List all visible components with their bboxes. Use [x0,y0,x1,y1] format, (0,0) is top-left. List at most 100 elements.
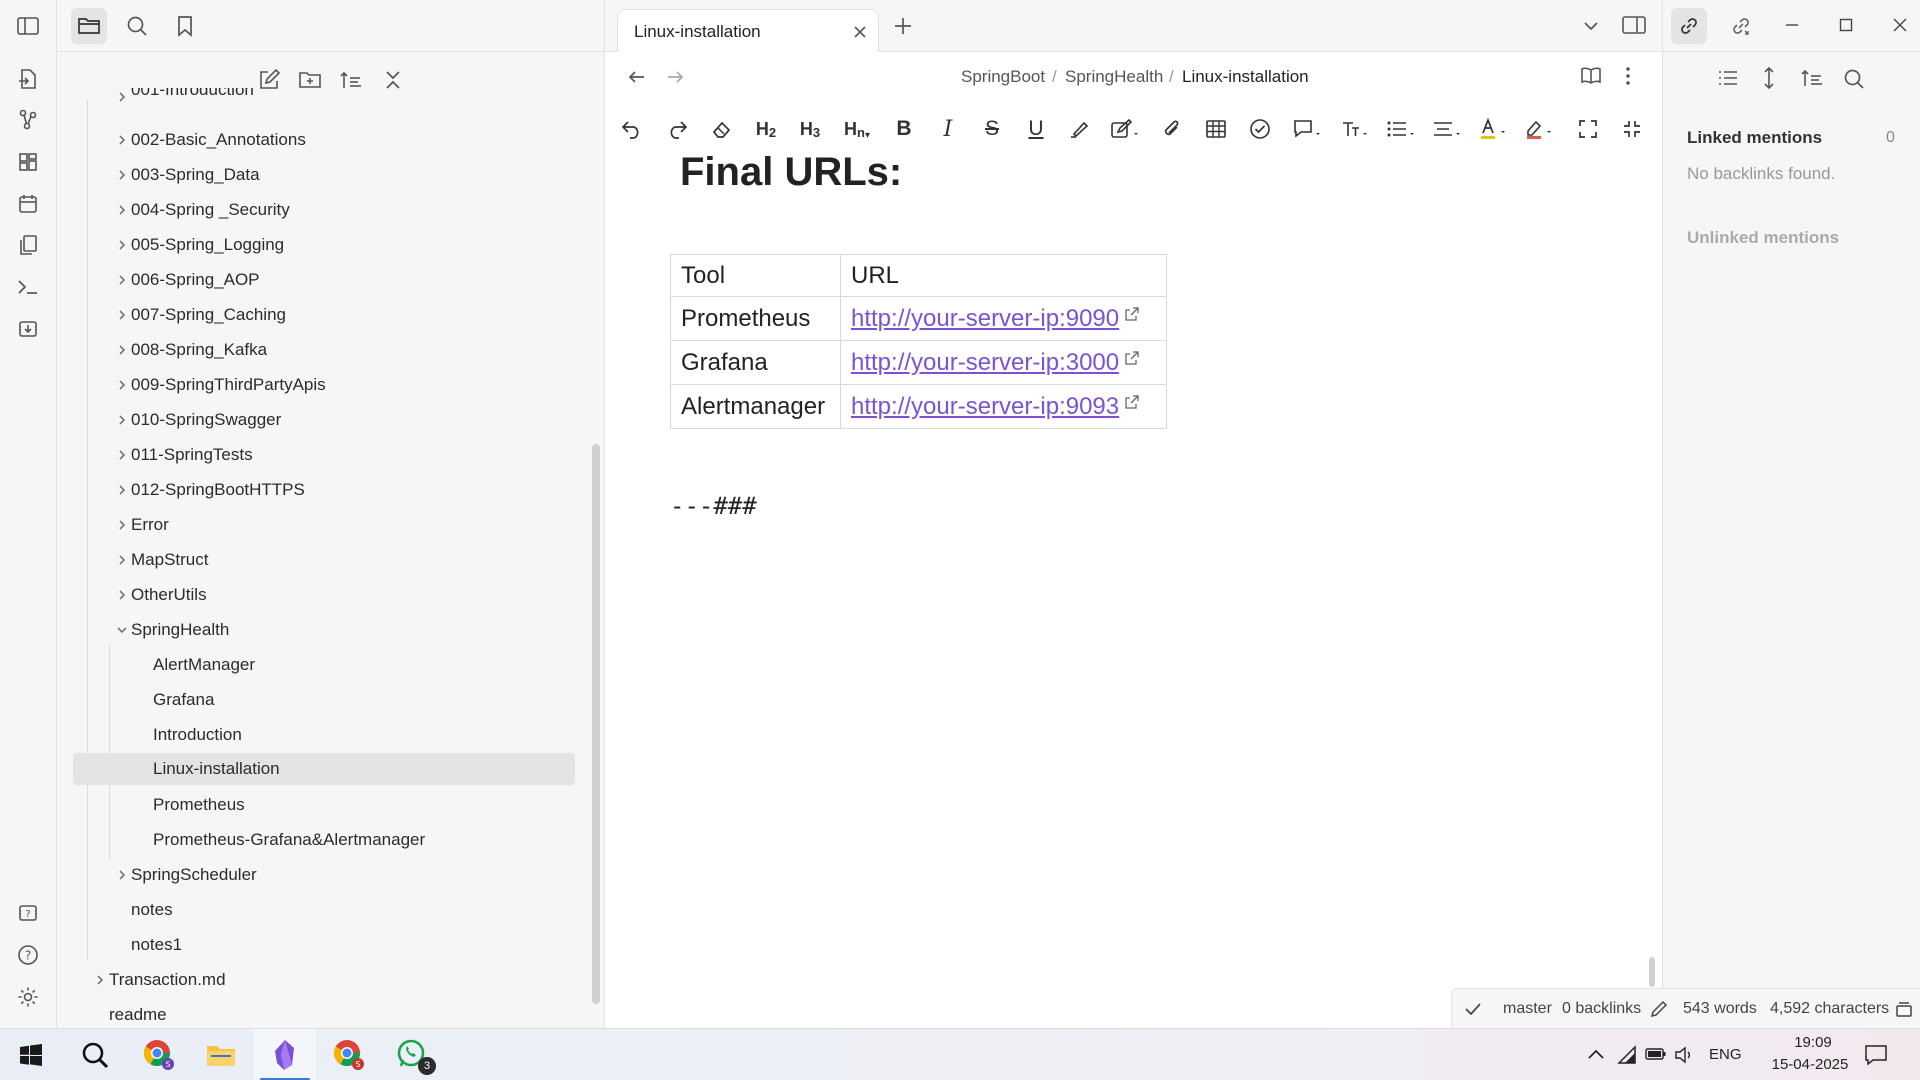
tree-folder[interactable]: Transaction.md [81,964,521,996]
input-language-indicator[interactable]: ENG [1709,1046,1742,1063]
tree-folder[interactable]: MapStruct [103,544,523,576]
outline-list-icon[interactable] [1717,68,1739,88]
tree-folder[interactable]: SpringScheduler [103,859,523,891]
font-color-dropdown-icon[interactable] [1473,112,1513,146]
search-backlinks-icon[interactable] [1843,68,1865,90]
tree-folder[interactable]: 002-Basic_Annotations [103,124,523,156]
tree-folder[interactable]: 012-SpringBootHTTPS [103,474,523,506]
redo-icon[interactable] [660,112,694,146]
tree-folder[interactable]: 001-Introduction [103,88,523,106]
clock-date[interactable]: 15-04-2025 [1760,1056,1860,1073]
vault-switcher-icon[interactable]: ? [14,899,42,927]
graph-view-icon[interactable] [14,106,42,134]
whatsapp-icon[interactable]: 3 [382,1029,444,1080]
backlinks-link-icon[interactable] [1671,8,1707,44]
chrome-second-profile-icon[interactable]: S [318,1029,380,1080]
help-icon[interactable]: ? [14,941,42,969]
settings-gear-icon[interactable] [14,983,42,1011]
wifi-network-icon[interactable] [1617,1045,1637,1065]
heading-2-icon[interactable]: H2 [749,112,783,146]
breadcrumb-springboot[interactable]: SpringBoot [961,67,1045,87]
outgoing-links-icon[interactable] [1723,8,1759,44]
close-tab-icon[interactable] [852,24,868,40]
terminal-icon[interactable] [14,273,42,301]
bookmark-icon[interactable] [167,8,203,44]
backlinks-count[interactable]: 0 backlinks [1562,1000,1641,1018]
tree-file[interactable]: Prometheus [125,789,523,821]
url-link[interactable]: http://your-server-ip:3000 [851,349,1119,376]
clock-time[interactable]: 19:09 [1780,1034,1846,1051]
bullet-list-dropdown-icon[interactable] [1381,112,1421,146]
exit-fullscreen-icon[interactable] [1615,112,1649,146]
canvas-icon[interactable] [14,148,42,176]
tree-file[interactable]: notes1 [103,929,523,961]
underline-icon[interactable]: U [1019,112,1053,146]
templates-icon[interactable] [14,231,42,259]
attachment-paperclip-icon[interactable] [1155,112,1189,146]
table-icon[interactable] [1199,112,1233,146]
sidebar-toggle-icon[interactable] [14,12,42,40]
nav-forward-arrow-icon[interactable] [665,68,685,86]
daily-note-calendar-icon[interactable] [14,190,42,218]
url-link[interactable]: http://your-server-ip:9093 [851,393,1119,420]
new-tab-plus-icon[interactable] [893,16,913,36]
bold-icon[interactable]: B [887,112,921,146]
tree-folder[interactable]: Error [103,509,523,541]
search-taskbar-icon[interactable] [64,1029,126,1080]
nav-back-arrow-icon[interactable] [627,68,647,86]
undo-icon[interactable] [615,112,649,146]
tree-folder-expanded[interactable]: SpringHealth [103,614,523,646]
obsidian-app-icon[interactable] [254,1029,316,1080]
tree-file[interactable]: notes [103,894,523,926]
layout-stack-icon[interactable] [1895,1000,1913,1018]
import-icon[interactable] [14,315,42,343]
tree-folder[interactable]: 003-Spring_Data [103,159,523,191]
tree-folder[interactable]: 004-Spring _Security [103,194,523,226]
tree-file-active[interactable]: Linux-installation [73,753,575,785]
tree-file[interactable]: Prometheus-Grafana&Alertmanager [125,824,523,856]
edit-mode-pencil-icon[interactable] [1650,1000,1668,1018]
chrome-profile-icon[interactable]: S [128,1029,190,1080]
breadcrumb-springhealth[interactable]: SpringHealth [1065,67,1163,87]
clear-format-eraser-icon[interactable] [705,112,739,146]
tree-folder[interactable]: 006-Spring_AOP [103,264,523,296]
expand-collapse-icon[interactable] [1761,66,1777,90]
tree-folder[interactable]: 010-SpringSwagger [103,404,523,436]
text-size-dropdown-icon[interactable] [1335,112,1375,146]
tree-folder[interactable]: 005-Spring_Logging [103,229,523,261]
open-quick-switcher-icon[interactable] [14,65,42,93]
reading-view-book-icon[interactable] [1580,66,1602,86]
tree-folder[interactable]: 009-SpringThirdPartyApis [103,369,523,401]
highlight-marker-icon[interactable] [1063,112,1097,146]
strikethrough-icon[interactable]: S [975,112,1009,146]
highlight-color-dropdown-icon[interactable] [1519,112,1559,146]
tree-folder[interactable]: 008-Spring_Kafka [103,334,523,366]
file-explorer-folder-icon[interactable] [190,1029,252,1080]
heading-n-dropdown-icon[interactable]: Hn ▾ [837,112,877,146]
checklist-icon[interactable] [1243,112,1277,146]
tree-file[interactable]: AlertManager [125,649,523,681]
tree-folder[interactable]: 007-Spring_Caching [103,299,523,331]
unlinked-mentions-title[interactable]: Unlinked mentions [1687,228,1839,248]
tree-file[interactable]: Introduction [125,719,523,751]
tree-folder[interactable]: 011-SpringTests [103,439,523,471]
tree-file[interactable]: Grafana [125,684,523,716]
git-branch[interactable]: master [1503,1000,1552,1018]
close-window-icon[interactable] [1892,17,1908,33]
edit-pencil-dropdown-icon[interactable] [1105,112,1145,146]
files-folder-icon[interactable] [71,8,107,44]
sidebar-scrollbar[interactable] [592,444,600,1004]
battery-icon[interactable] [1645,1047,1667,1061]
editor-scrollbar[interactable] [1649,957,1655,987]
tab-linux-installation[interactable]: Linux-installation [617,9,879,53]
tab-list-chevron-down-icon[interactable] [1582,17,1600,35]
callout-dropdown-icon[interactable] [1287,112,1327,146]
sort-icon[interactable] [1801,68,1823,88]
fullscreen-expand-icon[interactable] [1571,112,1605,146]
linked-mentions-title[interactable]: Linked mentions [1687,128,1822,148]
show-hidden-icons-chevron-up-icon[interactable] [1587,1047,1605,1061]
notification-center-icon[interactable] [1864,1044,1888,1066]
minimize-window-icon[interactable] [1784,17,1800,33]
more-options-icon[interactable] [1624,65,1632,87]
url-link[interactable]: http://your-server-ip:9090 [851,305,1119,332]
